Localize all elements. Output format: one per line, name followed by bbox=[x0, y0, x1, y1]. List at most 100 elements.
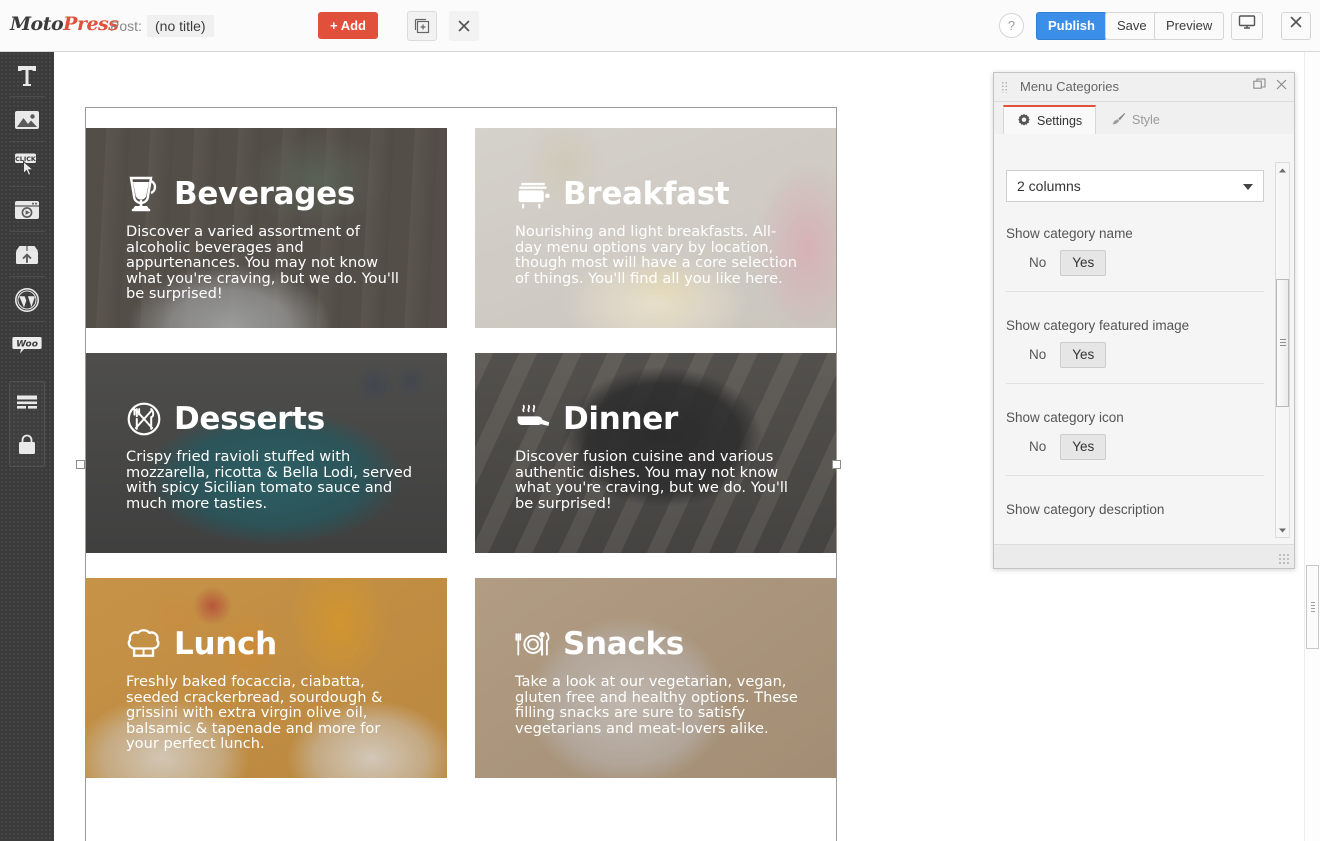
toggle-option-no[interactable]: No bbox=[1017, 342, 1058, 368]
category-card-snacks[interactable]: Snacks Take a look at our vegetarian, veg… bbox=[475, 578, 836, 778]
tab-style-label: Style bbox=[1132, 113, 1160, 127]
add-object-button[interactable] bbox=[407, 11, 437, 41]
category-title: Dinner bbox=[563, 401, 679, 437]
category-card-breakfast[interactable]: Breakfast Nourishing and light breakfasts… bbox=[475, 128, 836, 328]
resize-grip-icon[interactable] bbox=[1278, 553, 1290, 565]
field-label: Show category description bbox=[1006, 502, 1165, 517]
menu-list-icon bbox=[16, 394, 38, 412]
divider bbox=[1006, 475, 1264, 476]
tab-settings[interactable]: Settings bbox=[1003, 105, 1097, 135]
wordpress-icon bbox=[14, 287, 40, 313]
toggle-option-no[interactable]: No bbox=[1017, 434, 1058, 460]
panel-close-button[interactable] bbox=[1272, 78, 1290, 96]
toggle-option-yes[interactable]: Yes bbox=[1060, 434, 1107, 460]
toggle-option-yes[interactable]: Yes bbox=[1060, 342, 1107, 368]
toggle-option-yes[interactable]: Yes bbox=[1060, 250, 1107, 276]
menu-categories-grid[interactable]: Beverages Discover a varied assortment of… bbox=[86, 128, 836, 778]
tab-style[interactable]: Style bbox=[1098, 106, 1173, 134]
monitor-icon bbox=[1238, 13, 1256, 39]
toaster-icon bbox=[515, 174, 551, 214]
motopress-logo[interactable]: MotoPress bbox=[10, 13, 119, 35]
preview-button[interactable]: Preview bbox=[1154, 12, 1225, 40]
page-scrollbar[interactable] bbox=[1304, 52, 1320, 841]
triangle-up-icon bbox=[1278, 161, 1287, 179]
field-show-category-name: Show category name No Yes bbox=[1006, 226, 1264, 292]
category-description: Discover fusion cuisine and various auth… bbox=[515, 448, 788, 512]
post-title-field[interactable]: (no title) bbox=[147, 15, 214, 37]
close-editor-button[interactable] bbox=[1281, 12, 1311, 40]
maximize-icon bbox=[1252, 78, 1266, 96]
menu-categories-panel[interactable]: Menu Categories Settings Style 2 columns… bbox=[993, 72, 1295, 569]
toggle-show-category-icon[interactable]: No Yes bbox=[1006, 434, 1264, 460]
sidebar-item-button-tool[interactable]: CLICK bbox=[0, 142, 54, 187]
sidebar-item-media-tool[interactable] bbox=[0, 187, 54, 232]
category-title: Beverages bbox=[174, 176, 356, 212]
chef-hat-icon bbox=[126, 624, 162, 664]
category-description: Crispy fried ravioli stuffed with mozzar… bbox=[126, 448, 412, 512]
field-show-category-description: Show category description bbox=[1006, 502, 1264, 526]
toggle-option-no[interactable]: No bbox=[1017, 250, 1058, 276]
category-card-beverages[interactable]: Beverages Discover a varied assortment of… bbox=[86, 128, 447, 328]
sidebar-item-package-tool[interactable] bbox=[0, 232, 54, 277]
close-icon bbox=[456, 18, 472, 34]
panel-title: Menu Categories bbox=[1020, 79, 1119, 94]
chevron-down-icon bbox=[1243, 184, 1253, 190]
tab-settings-label: Settings bbox=[1037, 114, 1083, 128]
post-label: Post: bbox=[110, 18, 142, 34]
resize-handle-right[interactable] bbox=[832, 460, 841, 469]
crossed-cutlery-circle-icon bbox=[126, 399, 162, 439]
close-icon bbox=[1275, 78, 1288, 96]
category-description: Discover a varied assortment of alcoholi… bbox=[126, 223, 399, 303]
scrollbar-thumb[interactable] bbox=[1276, 279, 1289, 407]
steaming-pan-icon bbox=[515, 399, 551, 439]
resize-handle-left[interactable] bbox=[76, 460, 85, 469]
sidebar-item-text-tool[interactable] bbox=[0, 52, 54, 97]
category-row: Lunch Freshly baked focaccia, ciabatta, s… bbox=[86, 578, 836, 778]
card-heading-row: Lunch bbox=[126, 624, 425, 664]
category-card-lunch[interactable]: Lunch Freshly baked focaccia, ciabatta, s… bbox=[86, 578, 447, 778]
device-preview-button[interactable] bbox=[1231, 12, 1263, 40]
sidebar-item-menu-list-tool[interactable] bbox=[10, 382, 44, 424]
scroll-up-button[interactable] bbox=[1276, 163, 1289, 177]
columns-select-value: 2 columns bbox=[1017, 178, 1081, 194]
toggle-show-category-name[interactable]: No Yes bbox=[1006, 250, 1264, 276]
sidebar-item-shop-bag-tool[interactable] bbox=[10, 424, 44, 466]
category-card-desserts[interactable]: Desserts Crispy fried ravioli stuffed wit… bbox=[86, 353, 447, 553]
category-title: Desserts bbox=[174, 401, 325, 437]
sidebar-group-addons bbox=[9, 381, 45, 467]
panel-maximize-button[interactable] bbox=[1250, 78, 1268, 96]
page-scrollbar-thumb[interactable] bbox=[1306, 565, 1319, 649]
card-heading-row: Breakfast bbox=[515, 174, 814, 214]
category-card-dinner[interactable]: Dinner Discover fusion cuisine and variou… bbox=[475, 353, 836, 553]
columns-select[interactable]: 2 columns bbox=[1006, 170, 1264, 202]
drag-handle-icon[interactable] bbox=[1001, 81, 1008, 93]
sidebar-item-woocommerce-tool[interactable]: Woo bbox=[0, 322, 54, 367]
panel-header[interactable]: Menu Categories bbox=[994, 73, 1294, 102]
video-player-icon bbox=[14, 199, 40, 221]
logo-text-moto: Moto bbox=[10, 13, 64, 35]
add-button[interactable]: + Add bbox=[318, 12, 378, 39]
panel-footer bbox=[994, 544, 1294, 568]
svg-text:Woo: Woo bbox=[16, 339, 38, 349]
save-button[interactable]: Save bbox=[1105, 12, 1159, 40]
motopress-editor: MotoPress Post: (no title) + Add ? Publi… bbox=[0, 0, 1320, 841]
publish-button[interactable]: Publish bbox=[1036, 12, 1107, 40]
close-element-button[interactable] bbox=[449, 11, 479, 41]
page-content-area[interactable]: Beverages Discover a varied assortment of… bbox=[85, 107, 837, 841]
panel-scrollbar[interactable] bbox=[1275, 162, 1290, 538]
brush-icon bbox=[1111, 112, 1126, 129]
sidebar-item-wordpress-tool[interactable] bbox=[0, 277, 54, 322]
irish-coffee-glass-icon bbox=[126, 174, 162, 214]
field-show-category-featured-image: Show category featured image No Yes bbox=[1006, 318, 1264, 384]
card-heading-row: Desserts bbox=[126, 399, 425, 439]
help-button[interactable]: ? bbox=[999, 13, 1024, 38]
triangle-down-icon bbox=[1278, 521, 1287, 539]
card-content: Breakfast Nourishing and light breakfasts… bbox=[515, 174, 814, 286]
card-content: Beverages Discover a varied assortment of… bbox=[126, 174, 425, 302]
divider bbox=[1006, 291, 1264, 292]
close-icon bbox=[1288, 13, 1304, 39]
sidebar-item-image-tool[interactable] bbox=[0, 97, 54, 142]
toggle-show-category-featured-image[interactable]: No Yes bbox=[1006, 342, 1264, 368]
image-icon bbox=[14, 109, 40, 131]
scroll-down-button[interactable] bbox=[1276, 523, 1289, 537]
